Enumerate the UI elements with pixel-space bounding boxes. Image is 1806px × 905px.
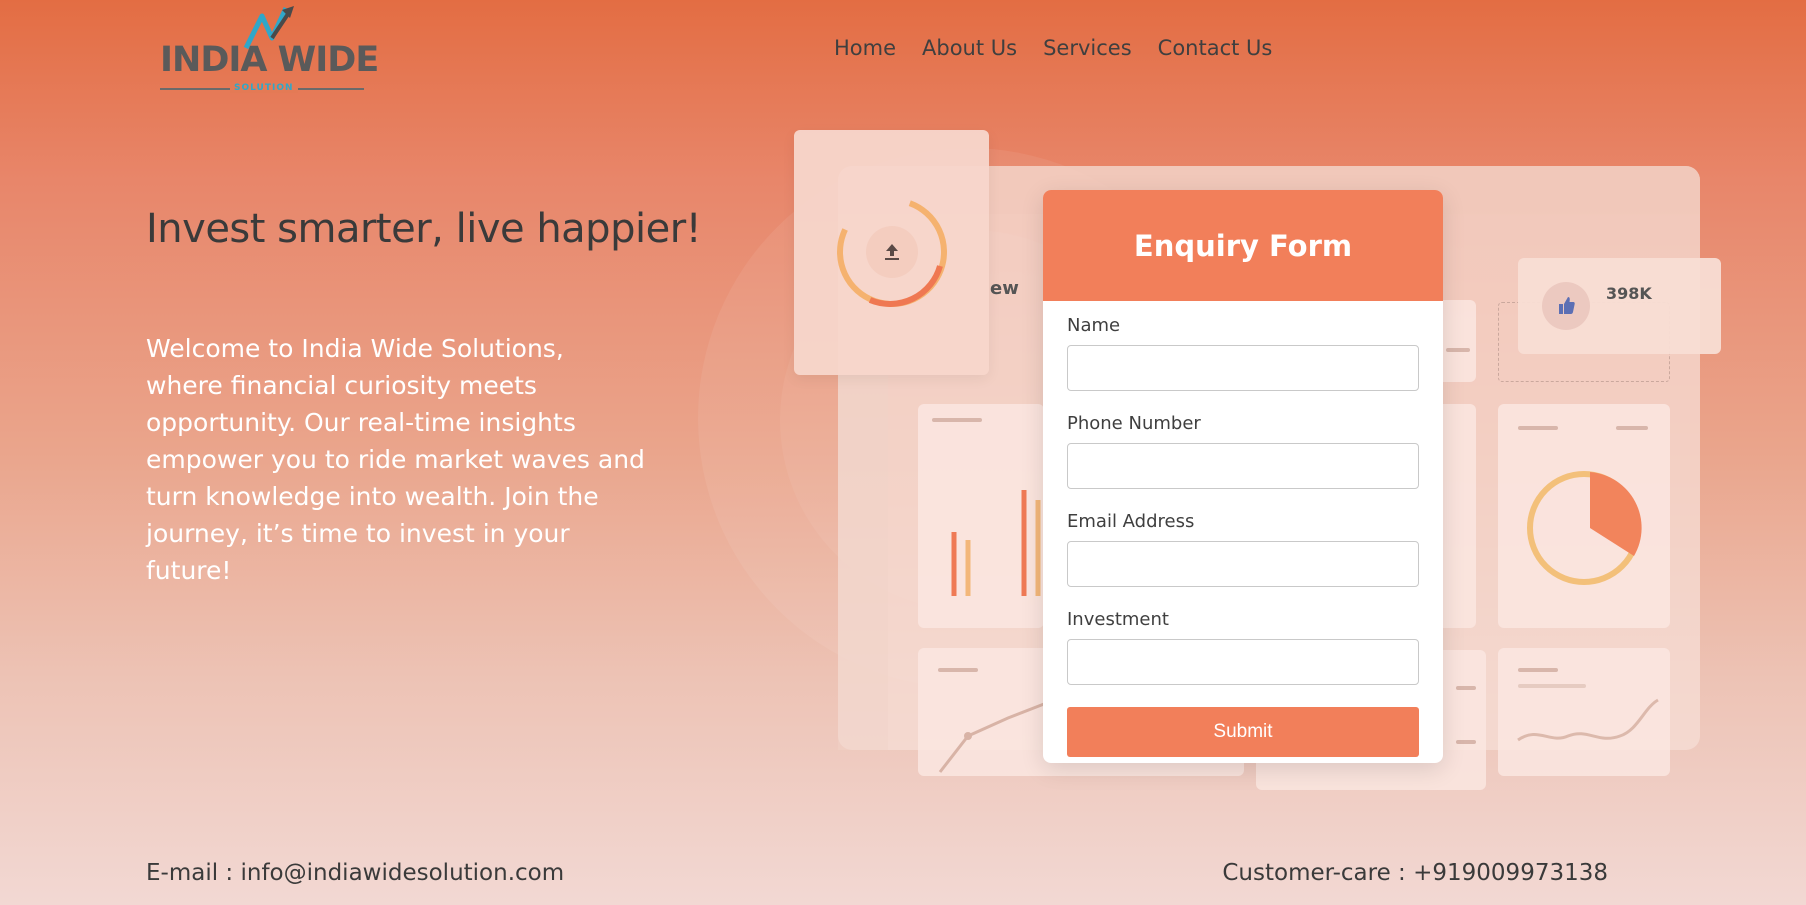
- bar-chart-icon: [951, 490, 1041, 596]
- bar-chart-card: [918, 404, 1044, 628]
- investment-input[interactable]: [1067, 639, 1419, 685]
- logo-subtext: SOLUTION: [230, 83, 298, 93]
- submit-button[interactable]: Submit: [1067, 707, 1419, 757]
- nav-services[interactable]: Services: [1043, 36, 1132, 60]
- card-heading-line: [1456, 740, 1476, 744]
- brand-logo[interactable]: INDIA WIDE SOLUTION: [158, 4, 379, 96]
- wave-chart-card: [1498, 648, 1670, 776]
- line-chart-icon: [938, 702, 1045, 773]
- pie-chart-icon: [1527, 471, 1642, 585]
- card-heading-line: [1446, 348, 1470, 352]
- contact-email[interactable]: E-mail : info@indiawidesolution.com: [146, 860, 564, 886]
- name-label: Name: [1067, 315, 1121, 336]
- name-input[interactable]: [1067, 345, 1419, 391]
- nav-about-us[interactable]: About Us: [922, 36, 1017, 60]
- form-header: Enquiry Form: [1043, 190, 1443, 301]
- email-input[interactable]: [1067, 541, 1419, 587]
- likes-count: 398K: [1606, 284, 1652, 303]
- like-badge: [1542, 282, 1590, 330]
- main-nav: Home About Us Services Contact Us: [834, 36, 1272, 60]
- hero-intro: Welcome to India Wide Solutions, where f…: [146, 334, 645, 585]
- enquiry-form: Enquiry Form Name Phone Number Email Add…: [1043, 190, 1443, 763]
- hero-headline: Invest smarter, live happier!: [146, 206, 702, 252]
- form-title: Enquiry Form: [1133, 228, 1353, 263]
- logo-text: INDIA WIDE: [160, 40, 379, 80]
- phone-input[interactable]: [1067, 443, 1419, 489]
- pie-chart-card: [1498, 404, 1670, 628]
- dashboard-overview-label: ew: [990, 278, 1019, 299]
- thumbs-up-icon: [1559, 297, 1575, 314]
- investment-label: Investment: [1067, 609, 1169, 630]
- phone-label: Phone Number: [1067, 413, 1201, 434]
- form-body: Name Phone Number Email Address Investme…: [1043, 301, 1443, 757]
- wave-line-icon: [1517, 698, 1659, 742]
- likes-card: 398K: [1518, 258, 1721, 354]
- nav-contact-us[interactable]: Contact Us: [1158, 36, 1273, 60]
- upload-progress-card: [794, 130, 989, 375]
- contact-phone[interactable]: Customer-care : +919009973138: [1222, 860, 1608, 886]
- nav-home[interactable]: Home: [834, 36, 896, 60]
- card-heading-line: [1456, 686, 1476, 690]
- upload-icon: [885, 244, 899, 260]
- email-label: Email Address: [1067, 511, 1195, 532]
